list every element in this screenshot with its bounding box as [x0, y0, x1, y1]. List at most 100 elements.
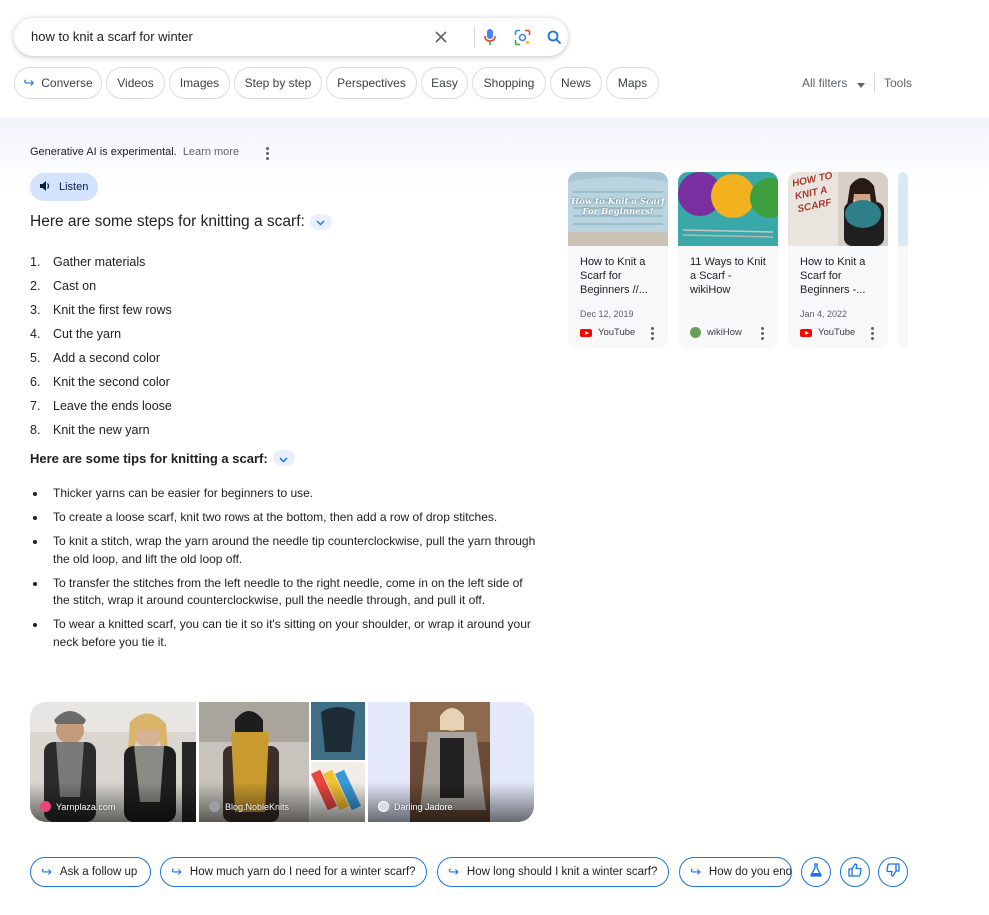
list-item: 1. Gather materials [30, 255, 146, 269]
tools-divider [874, 73, 875, 93]
labs-button[interactable] [801, 857, 831, 887]
chip-maps[interactable]: Maps [606, 67, 659, 99]
chip-label: Perspectives [337, 76, 406, 90]
image-tile-nobleknits[interactable]: Blog.NobleKnits [199, 702, 365, 822]
steps-expand-button[interactable] [309, 214, 332, 230]
list-item: To wear a knitted scarf, you can tie it … [30, 616, 540, 651]
list-item: 5. Add a second color [30, 351, 161, 365]
source-card-youtube-2[interactable]: HOW TO KNIT A SCARF How to Knit a Scarf … [788, 172, 888, 348]
search-box[interactable]: how to knit a scarf for winter [14, 18, 568, 56]
chip-step-by-step[interactable]: Step by step [234, 67, 322, 99]
image-source-label: Yarnplaza.com [40, 801, 115, 812]
chip-videos[interactable]: Videos [106, 67, 165, 99]
image-source-label: Blog.NobleKnits [209, 801, 289, 812]
image-strip: Yarnplaza.com Blog.NobleKnits Darling Ja… [30, 702, 534, 822]
search-icon[interactable] [544, 27, 564, 47]
lens-icon[interactable] [512, 27, 532, 47]
flask-icon [809, 862, 823, 882]
list-item: To transfer the stitches from the left n… [30, 575, 540, 610]
chip-news[interactable]: News [550, 67, 602, 99]
step-text: Cast on [53, 279, 97, 293]
step-text: Knit the new yarn [53, 423, 150, 437]
tips-expand-button[interactable] [272, 450, 295, 466]
chip-label: Easy [431, 76, 458, 90]
close-icon[interactable] [431, 27, 451, 47]
listen-label: Listen [59, 181, 89, 193]
chip-converse[interactable]: ↪ Converse [14, 67, 102, 99]
chip-shopping[interactable]: Shopping [472, 67, 546, 99]
source-site: YouTube [800, 327, 855, 338]
search-input[interactable]: how to knit a scarf for winter [31, 29, 193, 44]
chip-label: Converse [41, 76, 93, 90]
list-item: 4. Cut the yarn [30, 327, 122, 341]
step-text: Leave the ends loose [53, 399, 172, 413]
yarn-thumbnail-image [678, 172, 778, 246]
caret-down-icon [856, 77, 865, 91]
image-source-text: Darling Jadore [394, 801, 453, 812]
source-card-partial[interactable] [898, 172, 908, 348]
all-filters-label: All filters [802, 76, 848, 90]
image-tile-darling-jadore[interactable]: Darling Jadore [368, 702, 534, 822]
follow-up-arrow-icon: ↪ [171, 864, 182, 879]
image-tile-yarnplaza[interactable]: Yarnplaza.com [30, 702, 196, 822]
learn-more-link[interactable]: Learn more [183, 146, 239, 158]
source-more-icon[interactable] [647, 327, 657, 340]
all-filters-button[interactable]: All filters [802, 76, 865, 91]
image-source-text: Blog.NobleKnits [225, 801, 290, 812]
source-site: YouTube [580, 327, 635, 338]
follow-up-arrow-icon: ↪ [41, 864, 52, 879]
speaker-icon [40, 180, 51, 194]
list-item: 2. Cast on [30, 279, 97, 293]
list-item: To create a loose scarf, knit two rows a… [30, 509, 540, 527]
source-more-icon[interactable] [867, 327, 877, 340]
chip-images[interactable]: Images [169, 67, 230, 99]
followup-label: How much yarn do I need for a winter sca… [189, 866, 416, 878]
yarnplaza-favicon-icon [40, 801, 51, 812]
step-text: Add a second color [53, 351, 161, 365]
source-title: How to Knit a Scarf for Beginners -... [800, 256, 866, 296]
source-title: How to Knit a Scarf for Beginners //... [580, 256, 648, 296]
wikihow-icon [690, 327, 701, 338]
ai-overview-panel: Generative AI is experimental. Learn mor… [0, 118, 989, 915]
chip-label: Shopping [483, 76, 535, 90]
chip-label: Maps [617, 76, 648, 90]
thumbs-down-button[interactable] [878, 857, 908, 887]
youtube-icon [800, 328, 812, 337]
source-site: wikiHow [690, 327, 742, 338]
followup-chip-end[interactable]: ↪ How do you end [679, 857, 792, 887]
tools-label: Tools [884, 76, 913, 90]
chevron-down-icon [279, 451, 288, 466]
ai-more-options-icon[interactable] [262, 147, 272, 160]
source-card-youtube-1[interactable]: How to Knit a Scarf For Beginners! How t… [568, 172, 668, 348]
video-thumbnail-image: How to Knit a Scarf For Beginners! [568, 172, 668, 246]
ask-follow-up-button[interactable]: ↪ Ask a follow up [30, 857, 151, 887]
chip-perspectives[interactable]: Perspectives [326, 67, 417, 99]
list-item: 8. Knit the new yarn [30, 423, 150, 437]
follow-up-arrow-icon: ↪ [448, 864, 459, 879]
chip-easy[interactable]: Easy [421, 67, 468, 99]
followup-chip-scarf-length[interactable]: ↪ How long should I knit a winter scarf? [437, 857, 669, 887]
image-source-text: Yarnplaza.com [56, 801, 116, 812]
darling-jadore-favicon-icon [378, 801, 389, 812]
thumbs-down-icon [886, 862, 900, 882]
tools-button[interactable]: Tools [884, 76, 912, 90]
source-more-icon[interactable] [757, 327, 767, 340]
followup-chip-yarn-amount[interactable]: ↪ How much yarn do I need for a winter s… [160, 857, 427, 887]
converse-arrow-icon: ↪ [23, 75, 35, 90]
steps-heading: Here are some steps for knitting a scarf… [30, 213, 332, 231]
step-text: Knit the first few rows [53, 303, 172, 317]
step-text: Cut the yarn [53, 327, 122, 341]
tips-heading-text: Here are some tips for knitting a scarf: [30, 450, 268, 466]
source-card-wikihow[interactable]: 11 Ways to Knit a Scarf - wikiHow wikiHo… [678, 172, 778, 348]
partial-thumbnail-image [898, 172, 908, 246]
followup-label: Ask a follow up [59, 866, 138, 878]
image-source-label: Darling Jadore [378, 801, 453, 812]
search-divider [474, 26, 475, 48]
thumbnail-caption: How to Knit a Scarf For Beginners! [571, 197, 665, 217]
mic-icon[interactable] [480, 27, 500, 47]
listen-button[interactable]: Listen [30, 173, 98, 201]
youtube-icon [580, 328, 592, 337]
source-site-text: YouTube [818, 327, 856, 338]
step-text: Gather materials [53, 255, 146, 269]
thumbs-up-button[interactable] [840, 857, 870, 887]
